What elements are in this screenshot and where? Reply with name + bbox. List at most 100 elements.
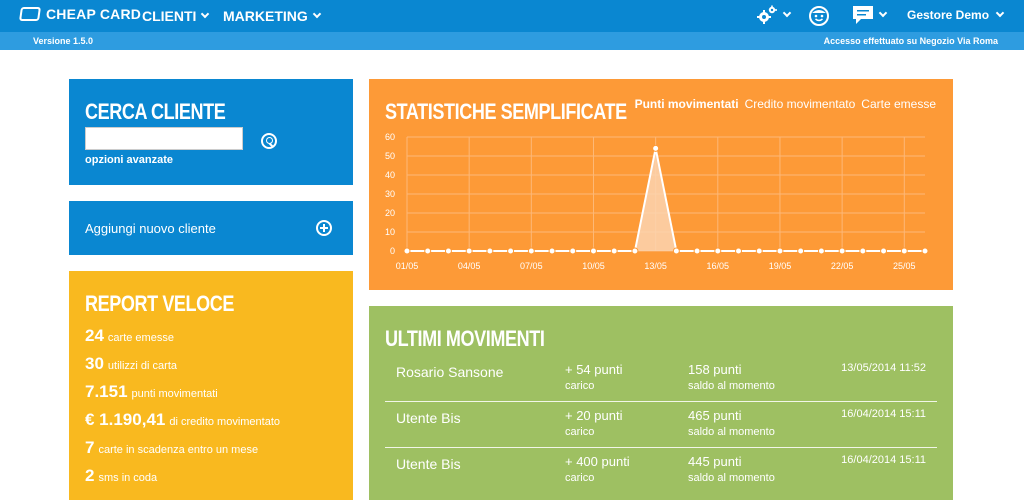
report-value: 7.151 <box>85 382 128 401</box>
data-point <box>900 247 908 255</box>
data-point <box>444 247 452 255</box>
chat-bubble-icon <box>853 6 873 24</box>
latest-movements-panel: ULTIMI MOVIMENTI Rosario Sansone + 54 pu… <box>369 306 953 500</box>
data-point <box>797 247 805 255</box>
table-row[interactable]: Utente Bis + 400 punti carico 445 punti … <box>385 448 937 494</box>
report-text: carte emesse <box>107 332 174 344</box>
search-input[interactable] <box>85 127 243 150</box>
status-bar: Versione 1.5.0 Accesso effettuato su Neg… <box>0 32 1024 50</box>
plus-circle-icon[interactable] <box>316 220 332 236</box>
data-point <box>880 247 888 255</box>
search-customer-panel: CERCA CLIENTE opzioni avanzate <box>69 79 353 185</box>
data-point <box>548 247 556 255</box>
y-tick-label: 50 <box>385 151 395 161</box>
x-tick-label: 07/05 <box>520 261 543 271</box>
search-icon[interactable] <box>261 133 277 149</box>
table-row[interactable]: Utente Bis + 20 punti carico 465 punti s… <box>385 402 937 448</box>
tab-points-moved[interactable]: Punti movimentati <box>635 97 739 111</box>
table-row[interactable]: Rosario Sansone + 54 punti carico 158 pu… <box>385 356 937 402</box>
customer-name[interactable]: Rosario Sansone <box>396 364 503 380</box>
data-point <box>569 247 577 255</box>
advanced-options-link[interactable]: opzioni avanzate <box>85 154 173 166</box>
x-tick-label: 10/05 <box>582 261 605 271</box>
points-change: + 20 punti <box>565 408 623 423</box>
data-point <box>631 247 639 255</box>
balance-label: saldo al momento <box>688 426 775 438</box>
data-point <box>776 247 784 255</box>
report-value: 2 <box>85 466 95 485</box>
data-point <box>735 247 743 255</box>
brand-name: CHEAP CARD <box>46 6 142 22</box>
data-point <box>817 247 825 255</box>
customer-name[interactable]: Utente Bis <box>396 410 461 426</box>
add-customer-panel[interactable]: Aggiungi nuovo cliente <box>69 201 353 255</box>
data-point <box>507 247 515 255</box>
movement-date: 13/05/2014 11:52 <box>841 362 926 374</box>
x-tick-label: 13/05 <box>644 261 667 271</box>
nav-marketing[interactable]: MARKETING <box>223 8 322 24</box>
report-text: di credito movimentato <box>169 416 281 428</box>
tab-credit-moved[interactable]: Credito movimentato <box>745 97 856 111</box>
nav-clienti-label: CLIENTI <box>142 8 197 24</box>
report-value: 24 <box>85 326 104 345</box>
movement-type: carico <box>565 426 595 438</box>
brand-logo[interactable]: CHEAP CARD <box>19 6 142 22</box>
data-point <box>610 247 618 255</box>
report-text: utilizzi di carta <box>107 360 177 372</box>
chevron-down-icon <box>878 8 888 18</box>
card-icon <box>19 7 41 21</box>
y-tick-label: 60 <box>385 132 395 142</box>
movement-date: 16/04/2014 15:11 <box>841 408 926 420</box>
balance: 445 punti <box>688 454 742 469</box>
statistics-panel: STATISTICHE SEMPLIFICATE Punti movimenta… <box>369 79 953 290</box>
statistics-tabs: Punti movimentati Credito movimentato Ca… <box>629 97 936 111</box>
report-value: 30 <box>85 354 104 373</box>
y-tick-label: 40 <box>385 170 395 180</box>
report-item: 24 carte emesse <box>85 326 280 354</box>
data-point <box>755 247 763 255</box>
y-tick-label: 20 <box>385 208 395 218</box>
top-bar: CHEAP CARD CLIENTI MARKETING Gestore Dem… <box>0 0 1024 32</box>
balance-label: saldo al momento <box>688 472 775 484</box>
balance-label: saldo al momento <box>688 380 775 392</box>
data-point <box>714 247 722 255</box>
data-point <box>589 247 597 255</box>
report-value: 7 <box>85 438 95 457</box>
support-button[interactable] <box>808 5 830 27</box>
data-point <box>403 247 411 255</box>
x-tick-label: 01/05 <box>396 261 419 271</box>
points-chart: 0 10 20 30 40 50 60 01/05 04/05 07/05 10/05 13/05 16… <box>385 132 929 271</box>
y-tick-label: 30 <box>385 189 395 199</box>
chevron-down-icon <box>201 9 210 19</box>
x-tick-label: 04/05 <box>458 261 481 271</box>
movement-type: carico <box>565 380 595 392</box>
settings-menu-button[interactable] <box>756 5 792 25</box>
data-point <box>921 247 929 255</box>
statistics-title: STATISTICHE SEMPLIFICATE <box>385 99 627 124</box>
data-point <box>465 247 473 255</box>
tab-cards-issued[interactable]: Carte emesse <box>861 97 936 111</box>
report-value: € 1.190,41 <box>85 410 166 429</box>
user-menu[interactable]: Gestore Demo <box>907 8 1005 22</box>
quick-report-title: REPORT VELOCE <box>85 291 235 316</box>
search-customer-title: CERCA CLIENTE <box>85 99 226 124</box>
report-item: 7.151 punti movimentati <box>85 382 280 410</box>
movement-date: 16/04/2014 15:11 <box>841 454 926 466</box>
data-point <box>424 247 432 255</box>
messages-menu-button[interactable] <box>852 5 888 25</box>
points-change: + 54 punti <box>565 362 623 377</box>
balance: 465 punti <box>688 408 742 423</box>
report-item: 7 carte in scadenza entro un mese <box>85 438 280 466</box>
login-info: Accesso effettuato su Negozio Via Roma <box>823 36 998 46</box>
y-tick-label: 10 <box>385 227 395 237</box>
data-point <box>672 247 680 255</box>
customer-name[interactable]: Utente Bis <box>396 456 461 472</box>
report-text: carte in scadenza entro un mese <box>98 444 259 456</box>
data-point <box>838 247 846 255</box>
data-point <box>527 247 535 255</box>
report-text: punti movimentati <box>131 388 218 400</box>
y-tick-label: 0 <box>390 246 395 256</box>
x-tick-label: 19/05 <box>769 261 792 271</box>
nav-marketing-label: MARKETING <box>223 8 308 24</box>
nav-clienti[interactable]: CLIENTI <box>142 8 210 24</box>
